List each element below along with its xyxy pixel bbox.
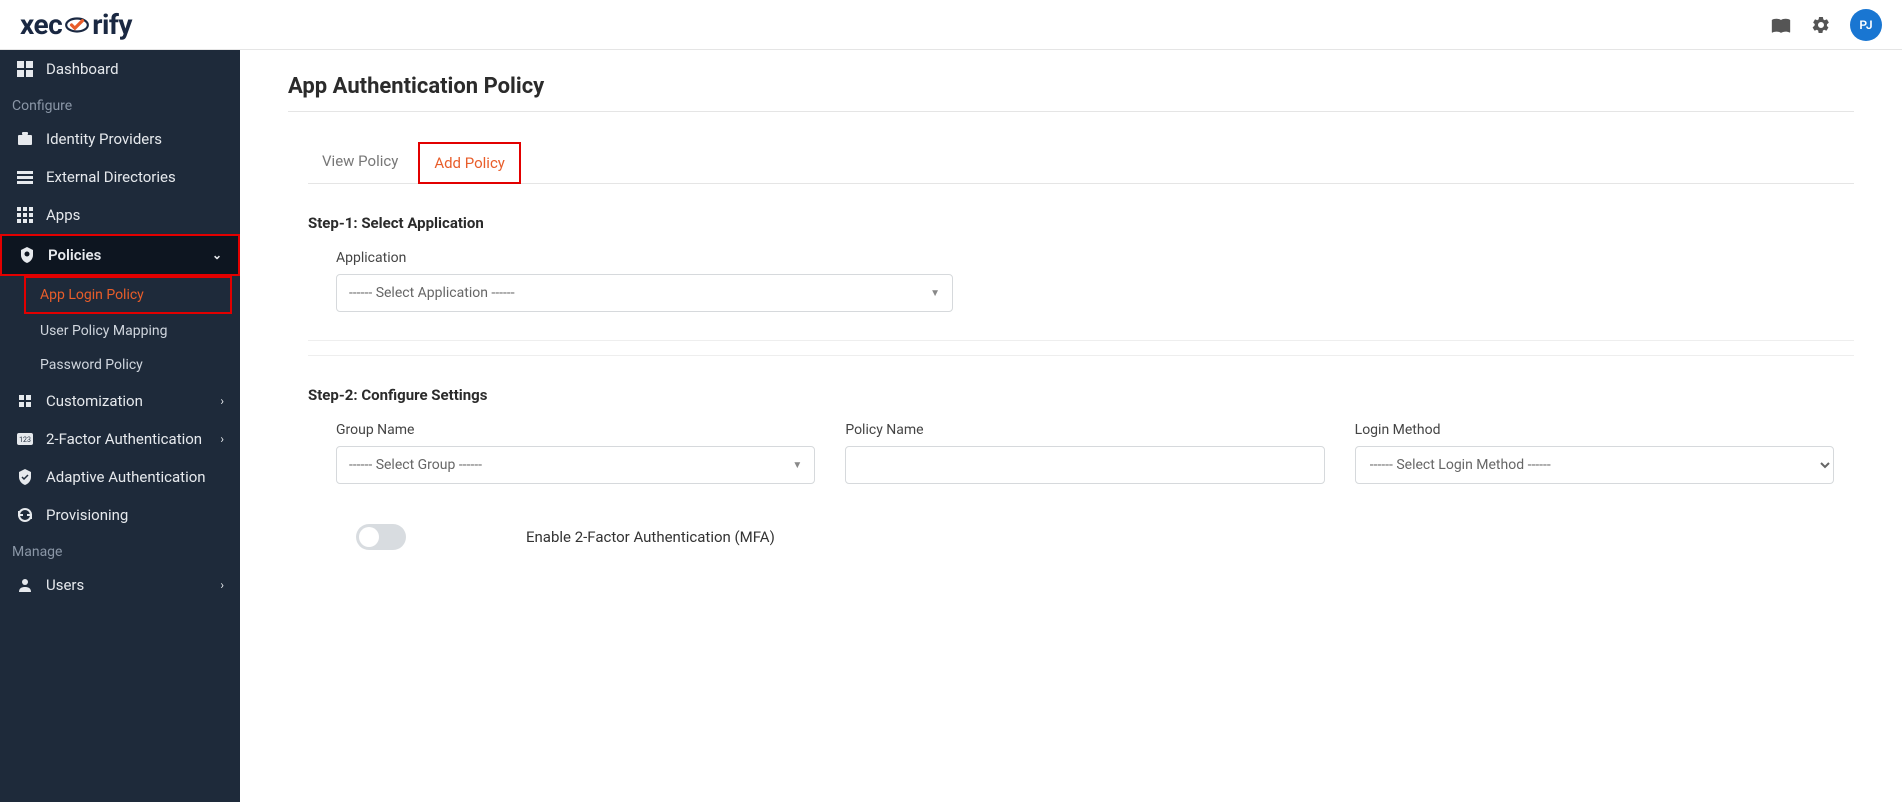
logo: xec rify <box>20 8 132 41</box>
sidebar-section-manage: Manage <box>0 534 240 566</box>
user-icon <box>16 576 34 594</box>
group-name-value: ------ Select Group ------ <box>349 457 482 473</box>
logo-check-icon <box>64 12 90 38</box>
group-name-label: Group Name <box>336 422 815 438</box>
login-method-select[interactable]: ------ Select Login Method ------ <box>1355 446 1834 484</box>
step1-block: Step-1: Select Application Application -… <box>288 214 1854 312</box>
step-divider-2 <box>308 355 1854 356</box>
sidebar-item-dashboard[interactable]: Dashboard <box>0 50 240 88</box>
sidebar-section-configure: Configure <box>0 88 240 120</box>
chevron-right-icon: › <box>220 432 224 446</box>
grid-icon <box>16 206 34 224</box>
mfa-toggle-label: Enable 2-Factor Authentication (MFA) <box>526 528 775 546</box>
sidebar-item-label: Policies <box>48 246 101 264</box>
policy-name-input[interactable] <box>845 446 1324 484</box>
sidebar-item-label: Dashboard <box>46 60 119 78</box>
gear-icon[interactable] <box>1810 14 1832 36</box>
chevron-right-icon: › <box>220 394 224 408</box>
sidebar-item-users[interactable]: Users › <box>0 566 240 604</box>
title-divider <box>288 111 1854 112</box>
login-method-label: Login Method <box>1355 422 1834 438</box>
logo-text-pre: xec <box>20 8 62 41</box>
page-title: App Authentication Policy <box>288 74 1854 99</box>
caret-down-icon: ▼ <box>792 460 802 471</box>
dashboard-icon <box>16 60 34 78</box>
sidebar: Dashboard Configure Identity Providers E… <box>0 50 240 802</box>
sync-icon <box>16 506 34 524</box>
mfa-toggle[interactable] <box>356 524 406 550</box>
sidebar-item-identity-providers[interactable]: Identity Providers <box>0 120 240 158</box>
sidebar-item-provisioning[interactable]: Provisioning <box>0 496 240 534</box>
shield-check-icon <box>16 468 34 486</box>
sidebar-item-policies[interactable]: Policies ⌄ <box>0 234 240 276</box>
puzzle-icon <box>16 392 34 410</box>
briefcase-icon <box>16 130 34 148</box>
caret-down-icon: ▼ <box>930 288 940 299</box>
main-content: App Authentication Policy View Policy Ad… <box>240 50 1902 802</box>
sidebar-subitem-app-login-policy[interactable]: App Login Policy <box>24 276 232 314</box>
sidebar-item-adaptive-auth[interactable]: Adaptive Authentication <box>0 458 240 496</box>
sidebar-item-label: Apps <box>46 206 80 224</box>
sidebar-item-apps[interactable]: Apps <box>0 196 240 234</box>
tab-add-policy[interactable]: Add Policy <box>418 142 521 184</box>
book-icon[interactable] <box>1770 14 1792 36</box>
sidebar-item-label: Identity Providers <box>46 130 162 148</box>
group-name-select[interactable]: ------ Select Group ------ ▼ <box>336 446 815 484</box>
application-select[interactable]: ------ Select Application ------ ▼ <box>336 274 953 312</box>
sidebar-item-label: Customization <box>46 392 143 410</box>
step1-title: Step-1: Select Application <box>308 214 1834 232</box>
step2-title: Step-2: Configure Settings <box>308 386 1834 404</box>
policy-name-label: Policy Name <box>845 422 1324 438</box>
pin-icon: 123 <box>16 430 34 448</box>
sidebar-item-label: Provisioning <box>46 506 128 524</box>
tab-view-policy[interactable]: View Policy <box>308 142 412 183</box>
sidebar-subitem-password-policy[interactable]: Password Policy <box>0 348 240 382</box>
shield-icon <box>18 246 36 264</box>
step2-block: Step-2: Configure Settings Group Name --… <box>288 386 1854 550</box>
sidebar-item-external-directories[interactable]: External Directories <box>0 158 240 196</box>
list-icon <box>16 168 34 186</box>
sidebar-subitem-user-policy-mapping[interactable]: User Policy Mapping <box>0 314 240 348</box>
step-divider-1 <box>308 340 1854 341</box>
sidebar-item-2fa[interactable]: 123 2-Factor Authentication › <box>0 420 240 458</box>
logo-text-post: rify <box>92 8 132 41</box>
svg-text:123: 123 <box>19 436 31 444</box>
topbar: xec rify PJ <box>0 0 1902 50</box>
sidebar-item-customization[interactable]: Customization › <box>0 382 240 420</box>
chevron-down-icon: ⌄ <box>212 248 222 262</box>
application-select-value: ------ Select Application ------ <box>349 285 515 301</box>
sidebar-item-label: External Directories <box>46 168 176 186</box>
sidebar-item-label: Users <box>46 576 84 594</box>
chevron-right-icon: › <box>220 578 224 592</box>
sidebar-item-label: Adaptive Authentication <box>46 468 206 486</box>
application-label: Application <box>336 250 953 266</box>
avatar[interactable]: PJ <box>1850 9 1882 41</box>
sidebar-item-label: 2-Factor Authentication <box>46 430 202 448</box>
topbar-right: PJ <box>1770 9 1882 41</box>
tabs: View Policy Add Policy <box>308 142 1854 184</box>
